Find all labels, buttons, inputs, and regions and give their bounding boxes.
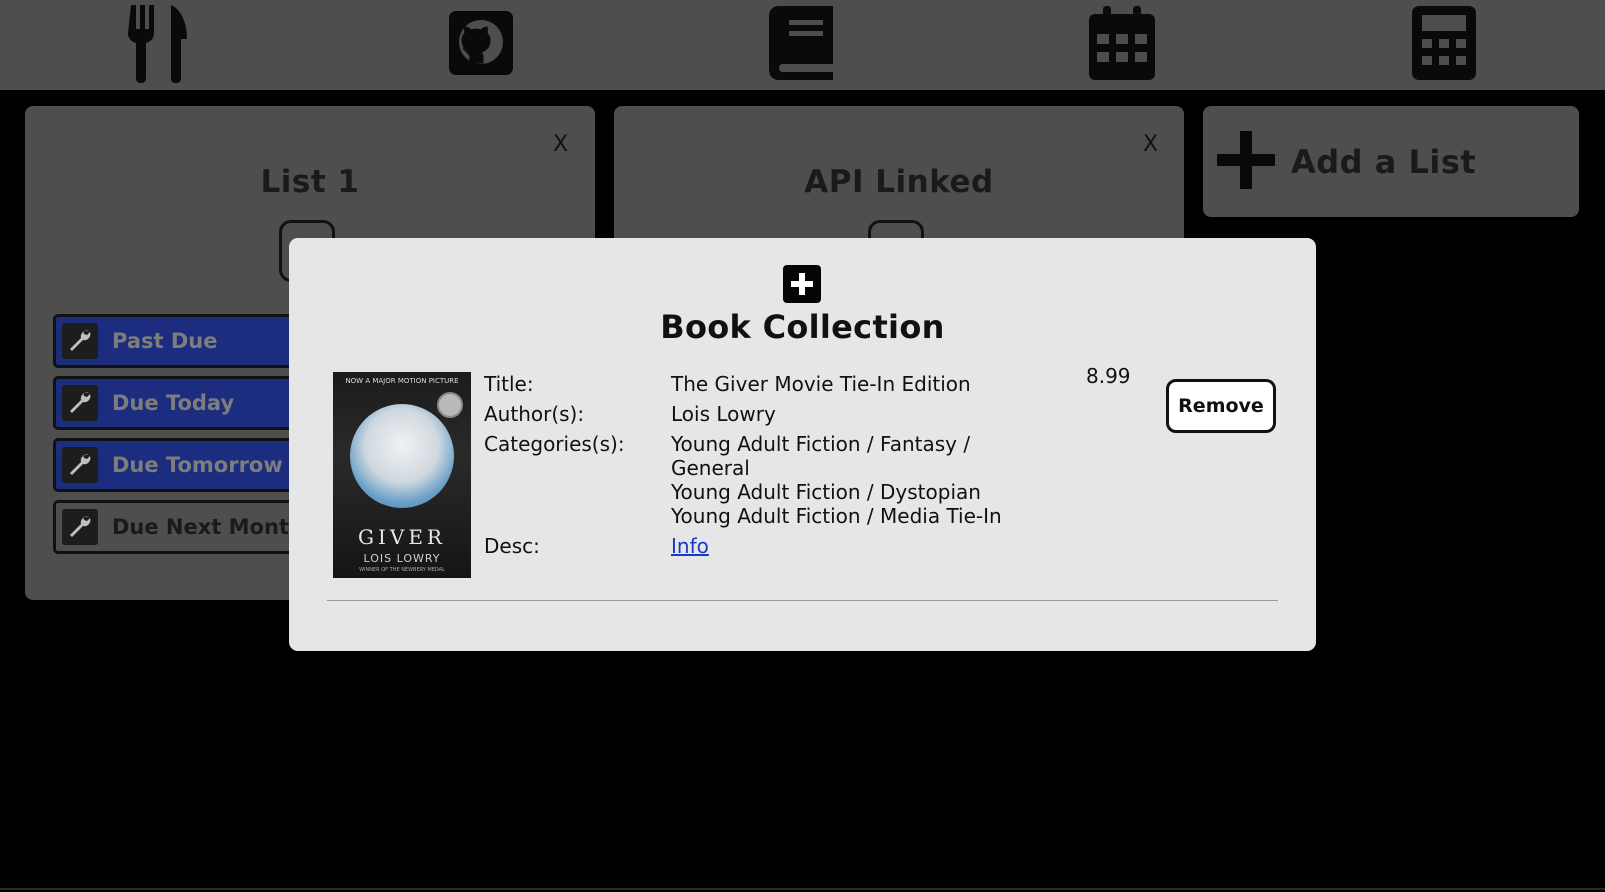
- list-card-2: X API Linked: [614, 106, 1184, 282]
- title-value: The Giver Movie Tie-In Edition: [671, 372, 971, 396]
- filter-label: Due Today: [112, 391, 235, 415]
- newbery-seal: [437, 392, 463, 418]
- info-link[interactable]: Info: [671, 534, 709, 558]
- calendar-icon[interactable]: [1087, 3, 1157, 83]
- filter-label: Due Next Month: [112, 515, 304, 539]
- book-cover-image: NOW A MAJOR MOTION PICTURE GIVER LOIS LO…: [333, 372, 471, 578]
- modal-title: Book Collection: [660, 308, 945, 346]
- category-line: Young Adult Fiction / Media Tie-In: [671, 504, 1002, 528]
- calculator-icon[interactable]: [1409, 3, 1479, 83]
- book-price: 8.99: [1086, 364, 1131, 388]
- filter-label: Past Due: [112, 329, 218, 353]
- cover-footer: WINNER OF THE NEWBERY MEDAL: [359, 567, 445, 573]
- book-collection-modal: Book Collection NOW A MAJOR MOTION PICTU…: [289, 238, 1316, 651]
- close-list-button[interactable]: X: [553, 132, 568, 157]
- filter-due-tomorrow-button[interactable]: Due Tomorrow: [53, 438, 315, 492]
- bottom-divider: [0, 888, 1605, 890]
- wrench-icon: [62, 447, 98, 483]
- list-title: List 1: [260, 164, 360, 200]
- title-label: Title:: [484, 372, 534, 396]
- cover-author: LOIS LOWRY: [363, 552, 441, 565]
- divider: [327, 600, 1278, 601]
- cover-art: [350, 404, 454, 508]
- add-list-label: Add a List: [1291, 142, 1477, 181]
- wrench-icon: [62, 385, 98, 421]
- category-line: General: [671, 456, 750, 480]
- authors-value: Lois Lowry: [671, 402, 776, 426]
- category-line: Young Adult Fiction / Fantasy /: [671, 432, 971, 456]
- filter-due-next-month-button[interactable]: Due Next Month: [53, 500, 315, 554]
- top-nav-bar: [0, 0, 1605, 90]
- book-icon[interactable]: [766, 3, 836, 83]
- remove-book-button[interactable]: Remove: [1166, 379, 1276, 433]
- filter-label: Due Tomorrow: [112, 453, 283, 477]
- authors-label: Author(s):: [484, 402, 585, 426]
- filter-past-due-button[interactable]: Past Due: [53, 314, 315, 368]
- wrench-icon: [62, 509, 98, 545]
- close-list-button[interactable]: X: [1143, 132, 1158, 157]
- github-icon[interactable]: [446, 3, 516, 83]
- list-title: API Linked: [804, 164, 994, 200]
- add-list-button[interactable]: Add a List: [1203, 106, 1579, 217]
- categories-label: Categories(s):: [484, 432, 625, 456]
- plus-icon: [1215, 129, 1277, 195]
- desc-label: Desc:: [484, 534, 540, 558]
- wrench-icon: [62, 323, 98, 359]
- utensils-icon[interactable]: [124, 3, 194, 83]
- cover-title: GIVER: [358, 525, 446, 549]
- desc-info-link[interactable]: Info: [671, 534, 709, 558]
- cover-tagline: NOW A MAJOR MOTION PICTURE: [345, 377, 459, 385]
- filter-due-today-button[interactable]: Due Today: [53, 376, 315, 430]
- category-line: Young Adult Fiction / Dystopian: [671, 480, 981, 504]
- plus-square-icon[interactable]: [783, 265, 821, 303]
